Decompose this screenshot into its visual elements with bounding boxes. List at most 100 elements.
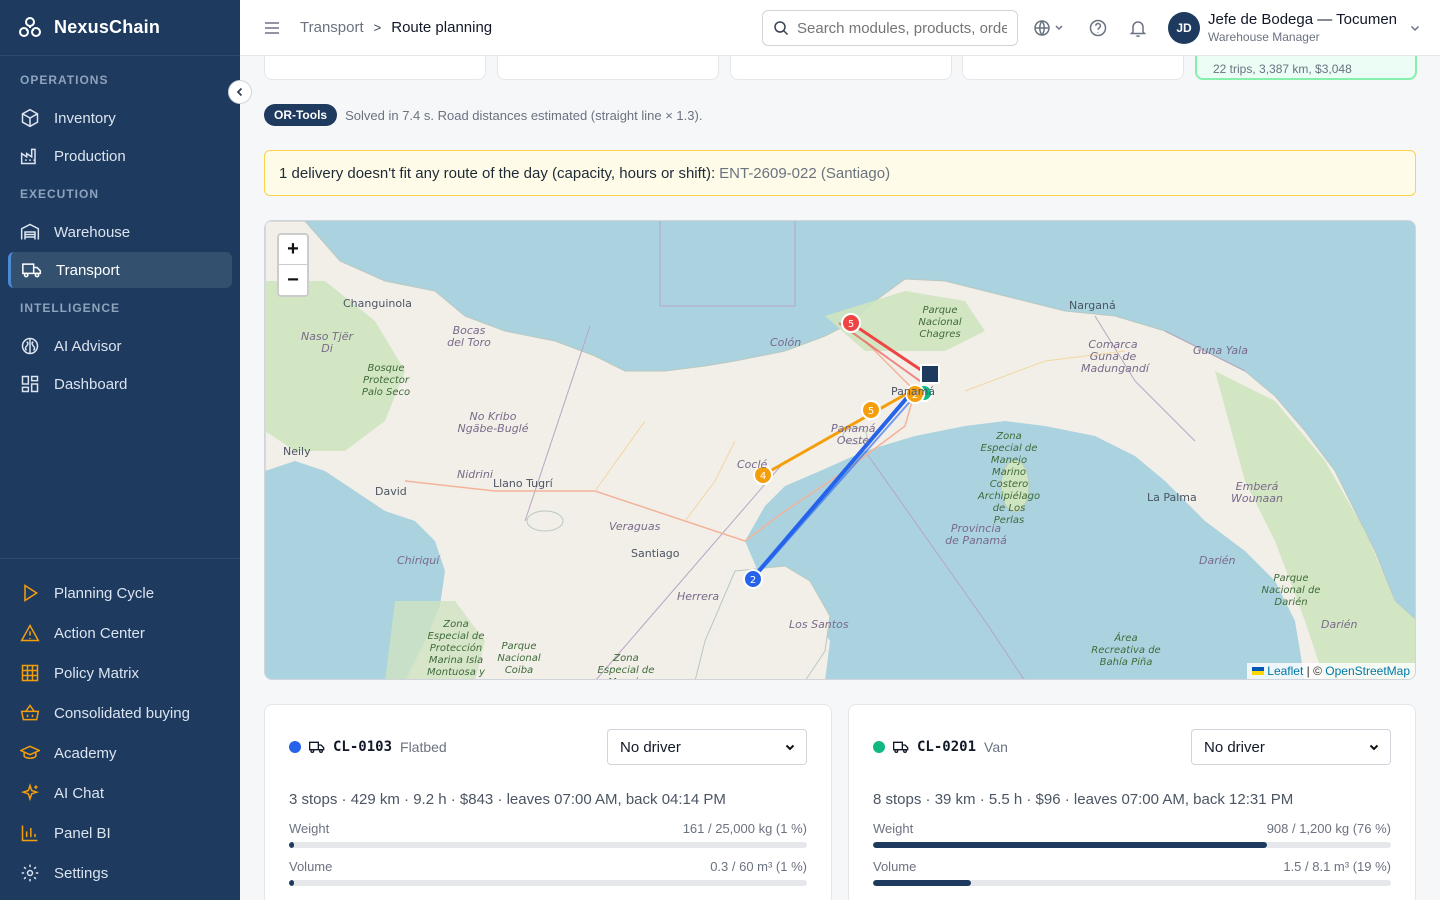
route-card-cl-0201: CL-0201 Van No driver 8 stops · 39 km · … — [848, 704, 1416, 900]
nav-section-operations: OPERATIONS — [20, 73, 109, 87]
sidebar-item-panel-bi[interactable]: Panel BI — [8, 815, 232, 851]
search-box[interactable] — [762, 10, 1018, 46]
metric-value: 161 / 25,000 kg (1 %) — [682, 821, 807, 836]
truck-icon — [893, 741, 909, 753]
hamburger-menu-icon[interactable] — [262, 18, 282, 38]
nav-section-intelligence: INTELLIGENCE — [20, 301, 121, 315]
weight-progress-bar — [289, 842, 807, 848]
graduation-cap-icon — [20, 745, 40, 759]
sidebar-item-label: Policy Matrix — [54, 664, 140, 682]
user-menu[interactable]: JD Jefe de Bodega — Tocumen Warehouse Ma… — [1168, 8, 1421, 48]
avatar: JD — [1168, 12, 1200, 44]
sidebar-item-production[interactable]: Production — [8, 138, 232, 174]
stat-card — [730, 56, 952, 80]
sidebar-item-transport[interactable]: Transport — [8, 252, 232, 288]
search-input[interactable] — [797, 19, 1007, 37]
sidebar-item-inventory[interactable]: Inventory — [8, 100, 232, 136]
table-icon — [21, 664, 39, 682]
solver-badge: OR-Tools — [264, 104, 338, 126]
map-label: Emberá Wounaan — [1231, 480, 1284, 505]
map-label: Narganá — [1069, 299, 1116, 312]
map-label: Zona Especial de Manejo Marino Costero A… — [977, 431, 1041, 526]
sidebar-item-label: Consolidated buying — [54, 704, 190, 722]
sidebar-item-label: Settings — [54, 864, 109, 882]
alert-delivery-ref[interactable]: ENT-2609-022 (Santiago) — [719, 165, 890, 182]
map-label: Neily — [283, 445, 311, 458]
route-map[interactable]: 5 2 5 4 2 Changuinola Naso Tjër Di Bocas… — [264, 220, 1416, 680]
route-summary: 8 stops · 39 km · 5.5 h · $96 · leaves 0… — [873, 791, 1294, 808]
alert-triangle-icon — [20, 623, 40, 642]
route-color-dot — [289, 741, 301, 753]
top-header: Transport > Route planning JD Jefe de Bo… — [240, 0, 1440, 56]
volume-metric: Volume 0.3 / 60 m³ (1 %) — [289, 859, 807, 886]
route-color-dot — [873, 741, 885, 753]
collapse-sidebar-button[interactable] — [228, 80, 252, 104]
zoom-in-button[interactable]: + — [279, 235, 307, 265]
nav-section-execution: EXECUTION — [20, 187, 100, 201]
bell-notification-icon[interactable] — [1128, 18, 1148, 38]
map-zoom-control: + − — [277, 233, 309, 297]
vehicle-type: Flatbed — [400, 739, 447, 755]
sidebar-item-label: Warehouse — [54, 223, 131, 241]
map-label: Changuinola — [343, 297, 412, 310]
map-label: Llano Tugrí — [493, 477, 553, 490]
map-label: No Kribo Ngäbe-Buglé — [457, 410, 529, 435]
map-label: Bosque Protector Palo Seco — [361, 363, 411, 398]
solver-text: Solved in 7.4 s. Road distances estimate… — [345, 107, 703, 123]
grid-icon — [21, 375, 39, 393]
map-label: Provincia de Panamá — [945, 522, 1007, 547]
driver-select[interactable]: No driver — [607, 729, 807, 765]
sidebar-item-label: Transport — [56, 261, 120, 279]
search-icon — [774, 21, 789, 36]
route-summary: 3 stops · 429 km · 9.2 h · $843 · leaves… — [289, 791, 726, 808]
map-label: Área Recreativa de Bahía Piña — [1091, 633, 1161, 668]
stat-card-optimized: 22 trips, 3,387 km, $3,048 — [1195, 56, 1417, 80]
unassigned-delivery-alert: 1 delivery doesn't fit any route of the … — [264, 150, 1416, 196]
globe-language-icon[interactable] — [1034, 18, 1054, 38]
zoom-out-button[interactable]: − — [279, 265, 307, 295]
sidebar-item-planning-cycle[interactable]: Planning Cycle — [8, 575, 232, 611]
sidebar-item-warehouse[interactable]: Warehouse — [8, 214, 232, 250]
leaflet-link[interactable]: Leaflet — [1267, 664, 1303, 678]
sidebar-item-settings[interactable]: Settings — [8, 855, 232, 891]
breadcrumb-transport[interactable]: Transport — [300, 19, 364, 36]
driver-select[interactable]: No driver — [1191, 729, 1391, 765]
truck-icon — [309, 741, 325, 753]
sidebar-item-action-center[interactable]: Action Center — [8, 615, 232, 651]
warehouse-icon — [20, 223, 40, 240]
driver-select-value: No driver — [1204, 738, 1265, 756]
metric-label: Weight — [289, 821, 330, 836]
sidebar-item-consolidated-buying[interactable]: Consolidated buying — [8, 695, 232, 731]
sidebar-item-dashboard[interactable]: Dashboard — [8, 366, 232, 402]
weight-progress-fill — [289, 842, 295, 848]
map-label: Colón — [770, 336, 802, 349]
map-label: Comarca Guna de Madungandí — [1081, 338, 1149, 375]
map-label: Guna Yala — [1193, 344, 1248, 357]
map-label: Chiriquí — [397, 554, 440, 567]
stat-card — [962, 56, 1184, 80]
solver-info: OR-Tools Solved in 7.4 s. Road distances… — [264, 104, 702, 126]
map-attribution: Leaflet | © OpenStreetMap — [1247, 663, 1415, 679]
brain-icon — [21, 337, 39, 355]
metric-label: Weight — [873, 821, 914, 836]
weight-metric: Weight 161 / 25,000 kg (1 %) — [289, 821, 807, 848]
sidebar-item-policy-matrix[interactable]: Policy Matrix — [8, 655, 232, 691]
help-icon[interactable] — [1088, 18, 1108, 38]
sidebar-item-academy[interactable]: Academy — [8, 735, 232, 771]
volume-progress-bar — [873, 880, 1391, 886]
openstreetmap-link[interactable]: OpenStreetMap — [1325, 664, 1410, 678]
sidebar-item-label: Inventory — [54, 109, 116, 127]
brand[interactable]: NexusChain — [0, 0, 240, 56]
sidebar-item-label: Dashboard — [54, 375, 128, 393]
breadcrumb: Transport > Route planning — [300, 19, 492, 36]
chevron-down-icon[interactable] — [1054, 18, 1064, 38]
metric-label: Volume — [873, 859, 917, 874]
vehicle-code: CL-0201 — [917, 739, 977, 755]
volume-progress-fill — [873, 880, 972, 886]
volume-progress-fill — [289, 880, 295, 886]
map-label: Herrera — [677, 590, 720, 603]
sidebar-item-ai-advisor[interactable]: AI Advisor — [8, 328, 232, 364]
map-label: Los Santos — [789, 618, 849, 631]
map-label: Santiago — [631, 547, 680, 560]
sidebar-item-ai-chat[interactable]: AI Chat — [8, 775, 232, 811]
